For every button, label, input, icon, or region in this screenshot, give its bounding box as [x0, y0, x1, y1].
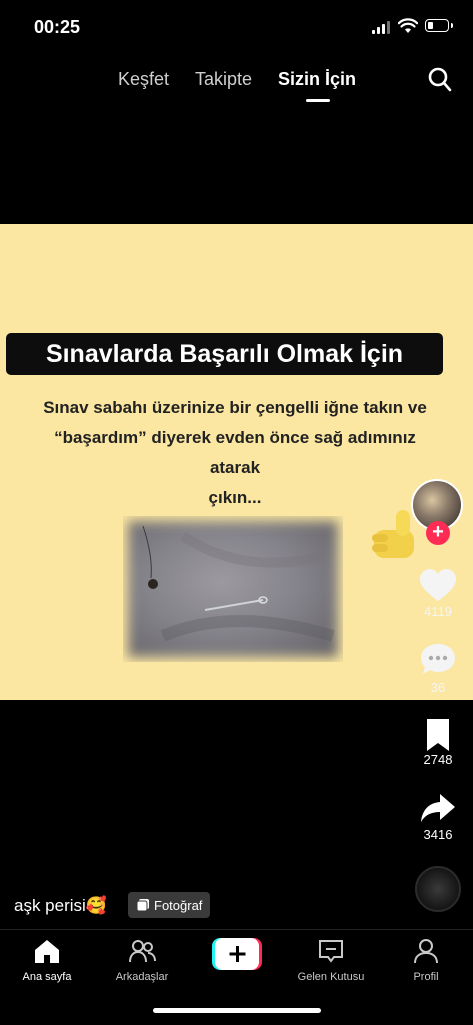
- tab-sizin-icin[interactable]: Sizin İçin: [278, 69, 356, 90]
- follow-button[interactable]: +: [426, 521, 450, 545]
- post-text-line: Sınav sabahı üzerinize bir çengelli iğne…: [43, 398, 427, 417]
- nav-home[interactable]: Ana sayfa: [2, 938, 92, 983]
- nav-profile[interactable]: Profil: [381, 938, 471, 983]
- comment-icon[interactable]: [418, 642, 458, 678]
- sound-disc[interactable]: [415, 866, 461, 912]
- tab-takipte[interactable]: Takipte: [195, 69, 252, 90]
- home-icon: [35, 940, 59, 963]
- search-icon[interactable]: [428, 67, 452, 93]
- post-title: Sınavlarda Başarılı Olmak İçin: [6, 333, 443, 375]
- nav-home-label: Ana sayfa: [22, 971, 72, 983]
- tab-kesfet[interactable]: Keşfet: [118, 69, 169, 90]
- safety-pin-image: [123, 516, 343, 662]
- wifi-icon: [398, 18, 418, 33]
- post-text-line: “başardım” diyerek evden önce sağ adımın…: [54, 428, 416, 477]
- nav-inbox-label: Gelen Kutusu: [297, 971, 365, 983]
- inbox-icon: [319, 940, 343, 963]
- photo-type-badge: Fotoğraf: [128, 892, 211, 918]
- nav-friends[interactable]: Arkadaşlar: [97, 938, 187, 983]
- active-tab-indicator: [306, 99, 330, 102]
- share-icon[interactable]: [418, 791, 458, 827]
- heart-icon[interactable]: [418, 568, 458, 604]
- bookmark-count: 2748: [423, 752, 453, 767]
- nav-friends-label: Arkadaşlar: [115, 971, 169, 983]
- bookmark-icon[interactable]: [418, 717, 458, 753]
- nav-profile-label: Profil: [413, 971, 439, 983]
- comment-count: 36: [430, 680, 446, 695]
- plus-icon: [212, 938, 262, 970]
- share-count: 3416: [423, 827, 453, 842]
- cellular-signal-icon: [372, 21, 392, 34]
- photo-icon: [136, 899, 149, 912]
- status-time: 00:25: [34, 17, 81, 37]
- nav-inbox[interactable]: Gelen Kutusu: [286, 938, 376, 983]
- battery-icon: [425, 19, 453, 32]
- author-name[interactable]: aşk perisi🥰: [14, 896, 107, 916]
- post-text: Sınav sabahı üzerinize bir çengelli iğne…: [30, 393, 440, 513]
- profile-icon: [414, 939, 438, 964]
- photo-type-label: Fotoğraf: [154, 897, 203, 913]
- like-count: 4119: [424, 604, 452, 619]
- friends-icon: [129, 940, 156, 963]
- home-indicator: [153, 1008, 321, 1013]
- create-button[interactable]: [212, 938, 262, 970]
